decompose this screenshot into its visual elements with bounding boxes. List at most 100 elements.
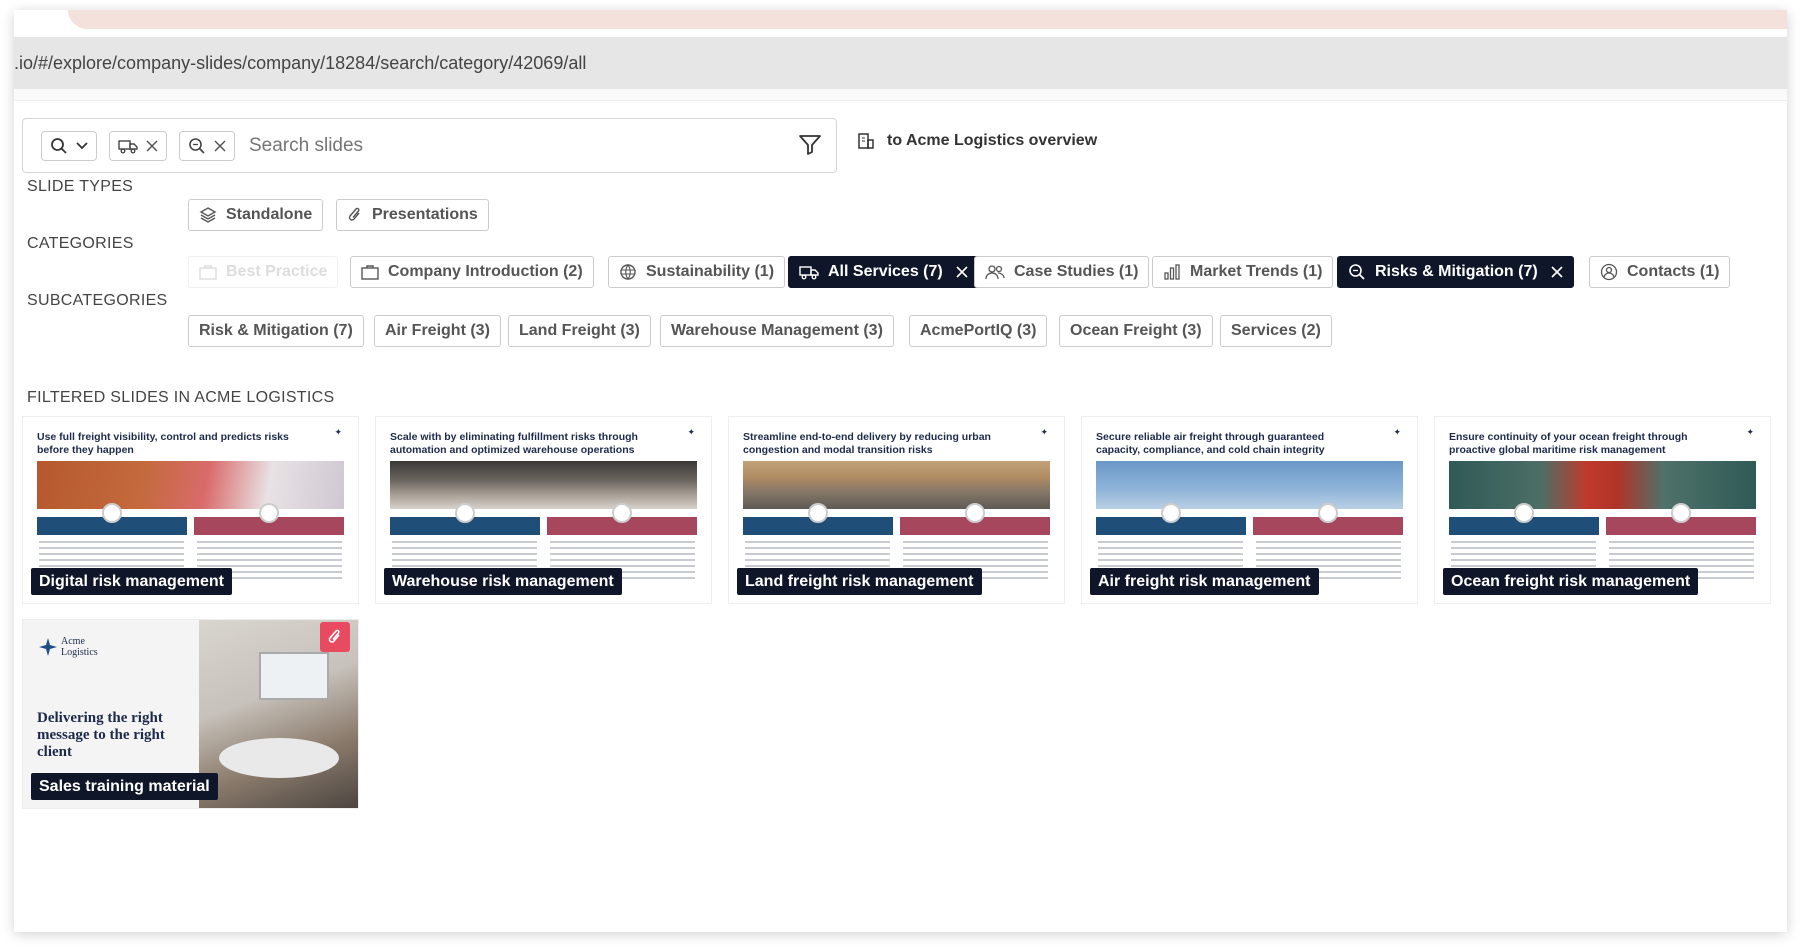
category-contacts[interactable]: Contacts (1) [1589,256,1731,288]
briefcase-icon [199,265,217,280]
slide-card[interactable]: Use full freight visibility, control and… [22,416,359,604]
chevron-down-icon [76,141,88,149]
slide-title: Secure reliable air freight through guar… [1096,431,1325,456]
slide-type-label: Standalone [226,206,313,223]
mitigation-icon [965,503,985,523]
category-market-trends[interactable]: Market Trends (1) [1152,256,1334,288]
category-best-practice: Best Practice [188,256,339,288]
subcategories-label: SUBCATEGORIES [27,292,168,309]
truck-icon [799,266,819,280]
paperclip-icon [328,629,340,643]
subcategory-air-freight[interactable]: Air Freight (3) [374,315,501,347]
presentation-marker [320,622,350,652]
results-label: FILTERED SLIDES IN ACME LOGISTICS [27,389,335,406]
company-logo-icon: ✦ [687,427,695,437]
truck-filter-chip[interactable] [109,130,167,161]
building-icon [858,133,874,149]
slide-image [37,461,344,509]
mitigation-icon [1671,503,1691,523]
risk-icon [1161,503,1181,523]
meeting-table [219,738,339,778]
risk-filter-chip[interactable] [179,130,235,161]
people-icon [985,265,1005,280]
category-label: Best Practice [226,263,328,280]
browser-tab-strip [68,10,1787,29]
category-all-services[interactable]: All Services (7) [788,256,979,288]
slide-name-badge: Air freight risk management [1090,568,1319,595]
slide-name-badge: Land freight risk management [737,568,982,595]
subcategory-services[interactable]: Services (2) [1220,315,1332,347]
risk-icon [455,503,475,523]
category-risks-mitigation[interactable]: Risks & Mitigation (7) [1337,256,1574,288]
back-to-overview-link[interactable]: to Acme Logistics overview [857,132,1097,150]
slide-name-badge: Ocean freight risk management [1443,568,1699,595]
subcategory-label: Ocean Freight (3) [1070,322,1202,339]
subcategory-land-freight[interactable]: Land Freight (3) [508,315,651,347]
star-logo-icon [39,638,57,656]
brand-text: Acme Logistics [61,636,98,658]
subcategory-label: Land Freight (3) [519,322,640,339]
slide-title: Use full freight visibility, control and… [37,431,289,456]
search-box [22,118,837,173]
slide-card[interactable]: Ensure continuity of your ocean freight … [1434,416,1771,604]
app-window: .io/#/explore/company-slides/company/182… [14,10,1787,932]
presentation-screen [259,652,329,700]
slide-type-label: Presentations [372,206,478,223]
zoom-search-icon [189,137,205,154]
search-input[interactable] [249,134,709,157]
subcategory-warehouse-management[interactable]: Warehouse Management (3) [660,315,894,347]
company-logo-icon: ✦ [1393,427,1401,437]
bar-chart-icon [1164,264,1180,280]
subcategory-label: Risk & Mitigation (7) [199,322,353,339]
globe-icon [620,264,636,280]
close-icon[interactable] [1551,266,1563,278]
slide-type-standalone[interactable]: Standalone [188,199,324,231]
slide-card[interactable]: Secure reliable air freight through guar… [1081,416,1418,604]
slide-types-label: SLIDE TYPES [27,178,134,195]
address-bar[interactable]: .io/#/explore/company-slides/company/182… [14,37,1787,89]
slide-title: Streamline end-to-end delivery by reduci… [743,431,991,456]
presentation-card[interactable]: Acme Logistics Delivering the right mess… [22,619,359,809]
back-link-label: to Acme Logistics overview [887,132,1098,149]
briefcase-icon [361,265,379,280]
slide-card[interactable]: Scale with by eliminating fulfillment ri… [375,416,712,604]
slide-name-badge: Digital risk management [31,568,232,595]
mitigation-icon [1318,503,1338,523]
search-mode-dropdown[interactable] [41,130,97,161]
subcategory-risk-mitigation[interactable]: Risk & Mitigation (7) [188,315,364,347]
slide-type-presentations[interactable]: Presentations [336,199,489,231]
category-sustainability[interactable]: Sustainability (1) [608,256,786,288]
slide-title: Scale with by eliminating fulfillment ri… [390,431,638,456]
slide-image [390,461,697,509]
company-logo-icon: ✦ [334,427,342,437]
search-icon [51,137,67,154]
mitigation-icon [259,503,279,523]
slide-card[interactable]: Streamline end-to-end delivery by reduci… [728,416,1065,604]
close-icon[interactable] [214,139,226,152]
slide-image [1096,461,1403,509]
layers-icon [199,207,217,223]
category-case-studies[interactable]: Case Studies (1) [974,256,1150,288]
categories-label: CATEGORIES [27,235,134,252]
subcategory-label: Warehouse Management (3) [671,322,883,339]
person-circle-icon [1600,263,1618,281]
subcategory-ocean-freight[interactable]: Ocean Freight (3) [1059,315,1213,347]
close-icon[interactable] [956,266,968,278]
subcategory-label: Services (2) [1231,322,1321,339]
risk-icon [1514,503,1534,523]
category-company-introduction[interactable]: Company Introduction (2) [350,256,594,288]
risk-icon [808,503,828,523]
slide-image [1449,461,1756,509]
close-icon[interactable] [146,139,158,152]
category-label: Market Trends (1) [1190,263,1323,280]
category-label: Risks & Mitigation (7) [1375,263,1538,280]
presentation-name-badge: Sales training material [31,773,218,800]
category-label: Company Introduction (2) [388,263,583,280]
toolbar-divider [14,89,1787,101]
category-label: Sustainability (1) [646,263,775,280]
presentation-brand: Acme Logistics [39,636,111,658]
mitigation-icon [612,503,632,523]
subcategory-acmeportiq[interactable]: AcmePortIQ (3) [909,315,1048,347]
filter-icon[interactable] [798,133,822,157]
risk-icon [102,503,122,523]
